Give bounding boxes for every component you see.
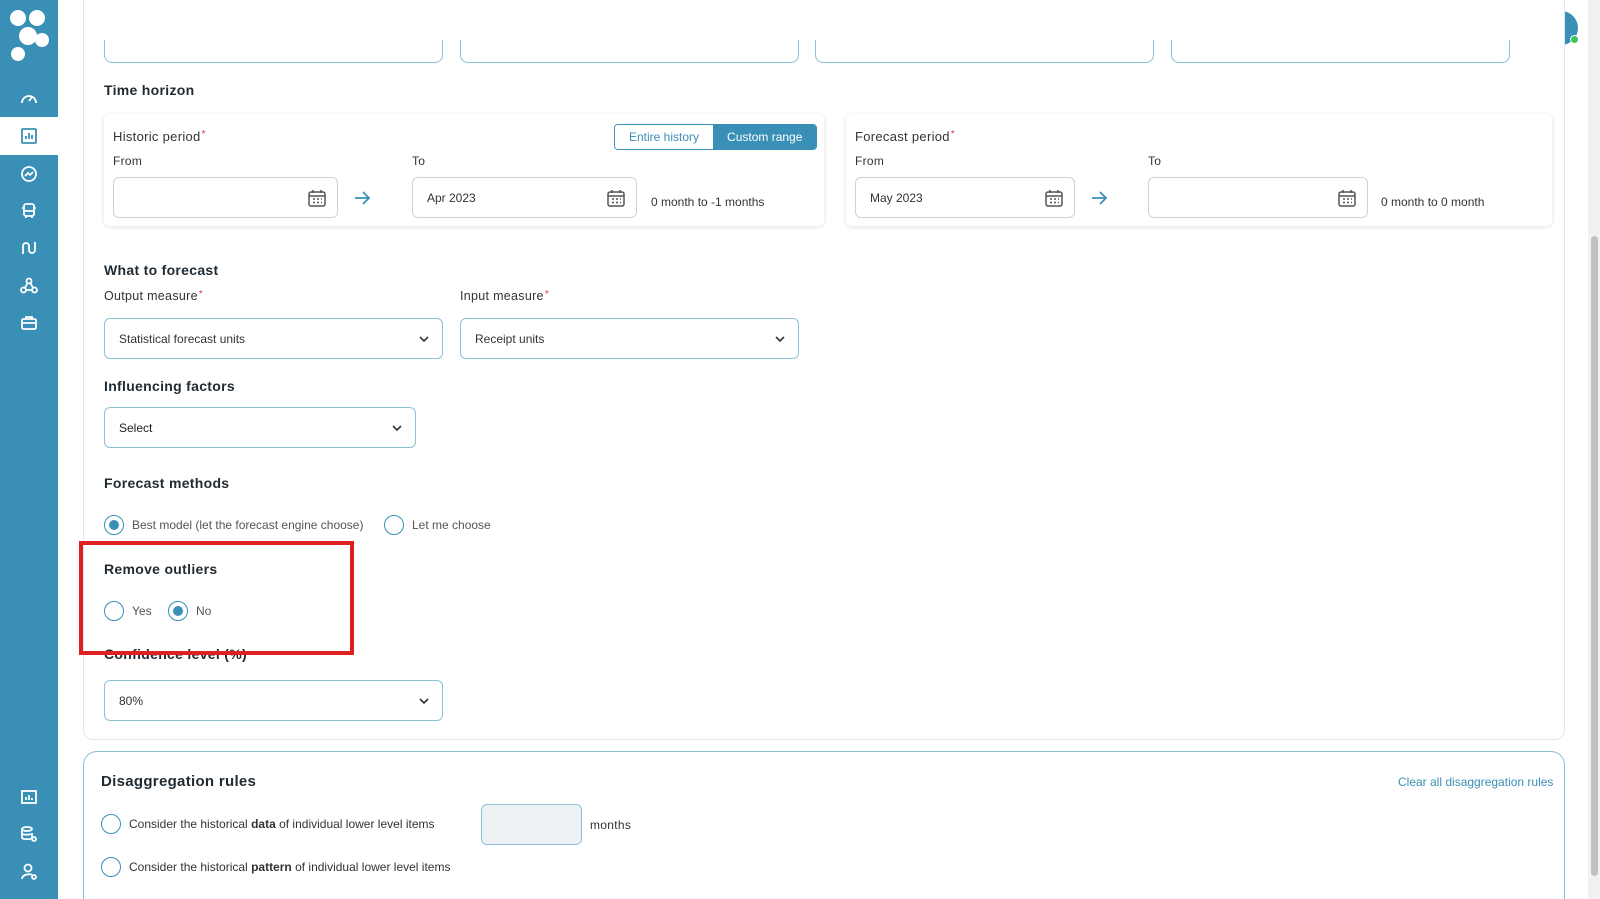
nav-transport[interactable] — [0, 192, 58, 230]
calendar-icon[interactable] — [606, 188, 626, 208]
chevron-down-icon — [419, 336, 429, 343]
database-gear-icon — [21, 826, 37, 842]
months-label: months — [590, 818, 632, 832]
arrow-right-icon — [1092, 191, 1108, 205]
calendar-icon[interactable] — [1044, 188, 1064, 208]
clear-disaggregation-link[interactable]: Clear all disaggregation rules — [1398, 775, 1553, 789]
top-field-4[interactable] — [1171, 40, 1510, 63]
influencing-factors-title: Influencing factors — [104, 378, 235, 394]
months-input[interactable] — [481, 804, 582, 845]
method-best-model-option[interactable]: Best model (let the forecast engine choo… — [104, 515, 363, 535]
report-icon — [21, 790, 37, 804]
historic-to-input[interactable]: Apr 2023 — [412, 177, 637, 218]
calendar-icon[interactable] — [1337, 188, 1357, 208]
app-logo[interactable] — [8, 6, 50, 62]
historic-to-label: To — [412, 154, 426, 168]
calendar-icon[interactable] — [307, 188, 327, 208]
historic-from-input[interactable] — [113, 177, 338, 218]
nav-portfolio[interactable] — [0, 304, 58, 342]
route-icon — [22, 242, 36, 254]
sidebar — [0, 0, 58, 899]
vehicle-icon — [22, 203, 36, 218]
radio-disagg-data[interactable] — [101, 814, 121, 834]
forecast-to-label: To — [1148, 154, 1162, 168]
what-to-forecast-title: What to forecast — [104, 262, 219, 278]
forecast-from-input[interactable]: May 2023 — [855, 177, 1075, 218]
output-measure-label: Output measure* — [104, 289, 204, 303]
forecast-methods-title: Forecast methods — [104, 475, 230, 491]
nav-network[interactable] — [0, 267, 58, 305]
chevron-down-icon — [775, 336, 785, 343]
radio-let-me-choose[interactable] — [384, 515, 404, 535]
nav-user-settings[interactable] — [0, 853, 58, 891]
top-field-2[interactable] — [460, 40, 799, 63]
chevron-down-icon — [419, 698, 429, 705]
radio-best-model[interactable] — [104, 515, 124, 535]
nav-dashboard[interactable] — [0, 80, 58, 118]
forecast-period-label: Forecast period* — [855, 129, 956, 144]
trend-circle-icon — [21, 166, 37, 182]
custom-range-button[interactable]: Custom range — [713, 125, 817, 149]
output-measure-select[interactable]: Statistical forecast units — [104, 318, 443, 359]
nav-routes[interactable] — [0, 229, 58, 267]
disaggregation-title: Disaggregation rules — [101, 773, 257, 790]
input-measure-label: Input measure* — [460, 289, 550, 303]
disagg-pattern-option[interactable]: Consider the historical pattern of indiv… — [101, 857, 450, 877]
input-measure-select[interactable]: Receipt units — [460, 318, 799, 359]
network-icon — [20, 277, 38, 294]
historic-range-text: 0 month to -1 months — [651, 195, 765, 209]
online-status-dot — [1570, 35, 1579, 44]
nav-data-report[interactable] — [0, 778, 58, 816]
top-field-1[interactable] — [104, 40, 443, 63]
historic-range-toggle: Entire history Custom range — [614, 124, 818, 150]
time-horizon-title: Time horizon — [104, 82, 195, 98]
disagg-data-option[interactable]: Consider the historical data of individu… — [101, 814, 435, 834]
forecast-range-text: 0 month to 0 month — [1381, 195, 1485, 209]
gauge-icon — [21, 95, 37, 104]
bar-chart-icon — [21, 128, 37, 144]
user-gear-icon — [21, 863, 37, 880]
method-let-me-choose-option[interactable]: Let me choose — [384, 515, 491, 535]
forecast-from-label: From — [855, 154, 885, 168]
confidence-level-select[interactable]: 80% — [104, 680, 443, 721]
nav-database-settings[interactable] — [0, 815, 58, 853]
annotation-highlight-box — [79, 541, 354, 655]
entire-history-button[interactable]: Entire history — [615, 125, 714, 149]
historic-from-label: From — [113, 154, 143, 168]
historic-period-label: Historic period* — [113, 129, 206, 144]
nav-analytics[interactable] — [0, 155, 58, 193]
nav-reports[interactable] — [0, 117, 58, 155]
chevron-down-icon — [392, 425, 402, 432]
briefcase-icon — [21, 316, 37, 330]
forecast-to-input[interactable] — [1148, 177, 1368, 218]
radio-disagg-pattern[interactable] — [101, 857, 121, 877]
scrollbar-thumb[interactable] — [1591, 236, 1598, 876]
influencing-factors-select[interactable]: Select — [104, 407, 416, 448]
top-field-3[interactable] — [815, 40, 1154, 63]
arrow-right-icon — [355, 191, 371, 205]
